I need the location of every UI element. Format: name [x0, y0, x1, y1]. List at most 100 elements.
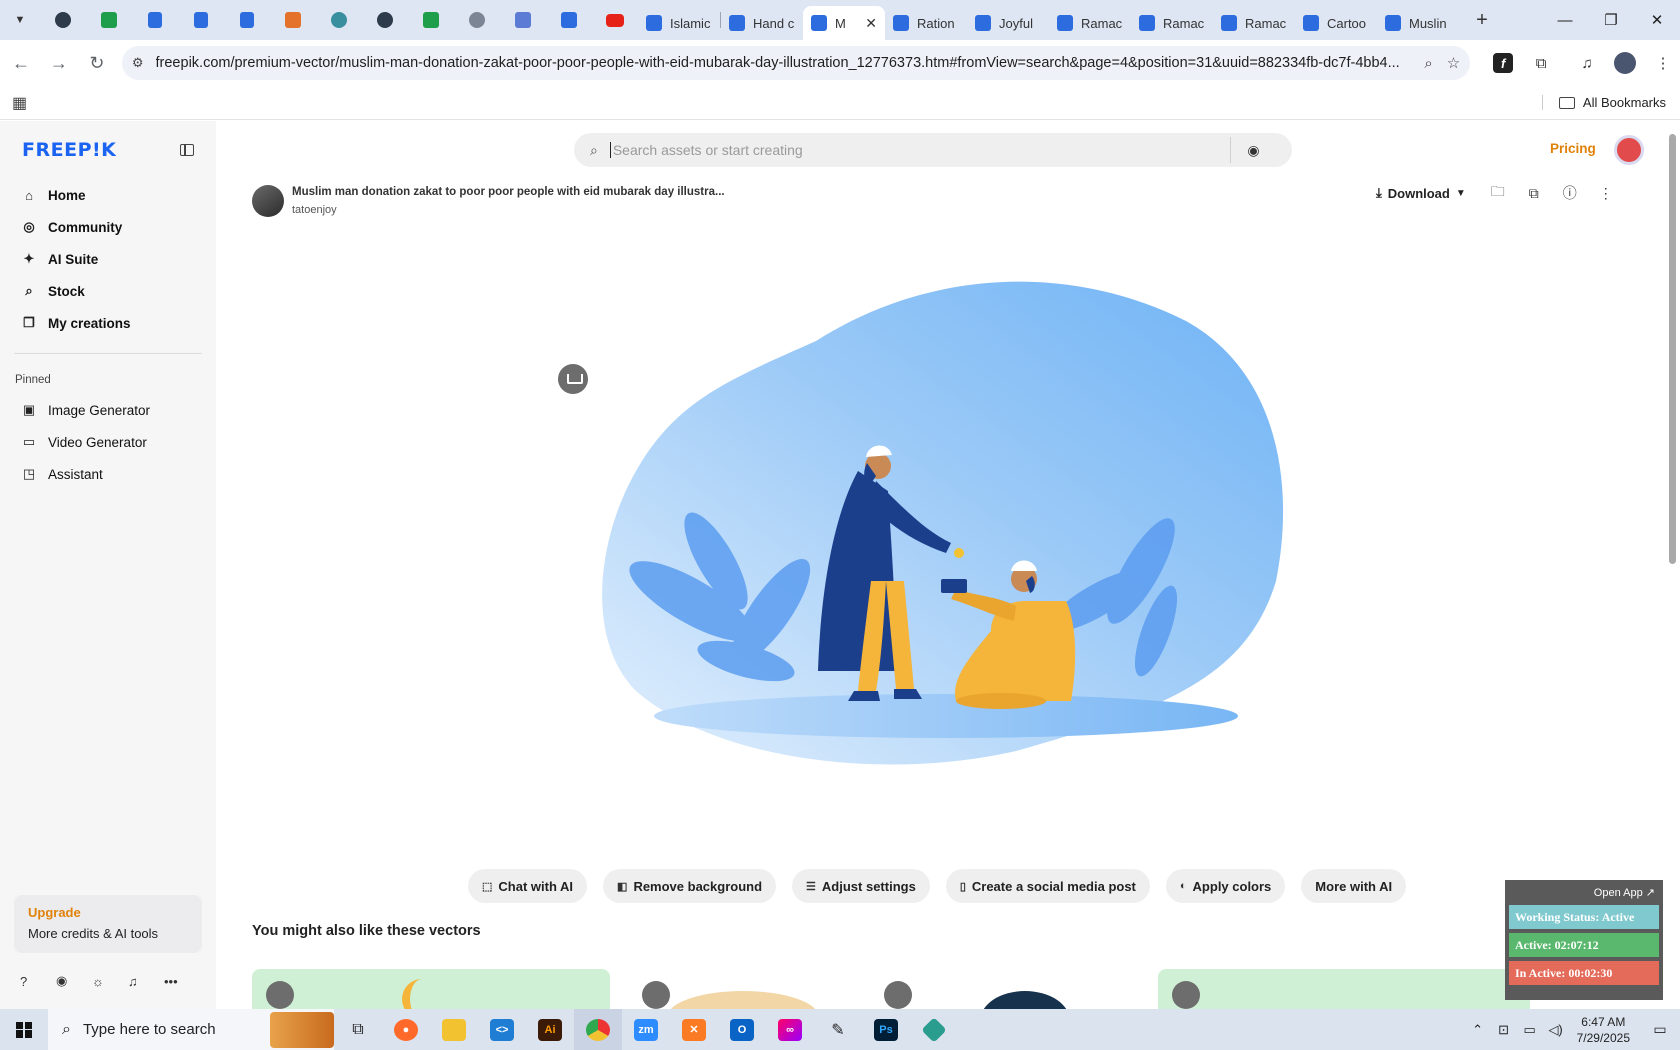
- search-bar[interactable]: ⌕ Search assets or start creating ◉: [574, 133, 1292, 167]
- adjust-settings-button[interactable]: ☰ Adjust settings: [792, 869, 930, 903]
- asset-author[interactable]: tatoenjoy: [292, 204, 725, 216]
- more-icon[interactable]: •••: [164, 974, 200, 989]
- chrome-icon[interactable]: [574, 1009, 622, 1050]
- all-bookmarks-button[interactable]: All Bookmarks: [1541, 95, 1666, 110]
- chevron-up-icon[interactable]: ⌃: [1465, 1022, 1491, 1038]
- tab-cartoon[interactable]: Cartoo: [1295, 7, 1377, 39]
- social-post-button[interactable]: ▯ Create a social media post: [945, 869, 1150, 903]
- sidebar-item-stock[interactable]: ⌕ Stock: [0, 275, 216, 307]
- creative-cloud-icon[interactable]: ∞: [766, 1009, 814, 1050]
- apply-colors-button[interactable]: ◐ Apply colors: [1165, 869, 1286, 903]
- sidebar-item-my-creations[interactable]: ❐ My creations: [0, 307, 216, 339]
- file-explorer-icon[interactable]: [430, 1009, 478, 1050]
- pinned-tab-4[interactable]: [178, 0, 224, 40]
- related-thumbnail-1[interactable]: [252, 969, 610, 1009]
- font-extension-icon[interactable]: f: [1486, 46, 1520, 80]
- tab-search-button[interactable]: ▼: [0, 0, 40, 40]
- tab-muslim[interactable]: Muslin: [1377, 7, 1459, 39]
- sidebar-item-ai-suite[interactable]: ✦ AI Suite: [0, 243, 216, 275]
- extensions-icon[interactable]: ⧉: [1524, 46, 1558, 80]
- start-button[interactable]: [0, 1009, 48, 1050]
- back-icon[interactable]: ←: [4, 46, 38, 80]
- search-input[interactable]: Search assets or start creating: [609, 142, 1230, 158]
- address-bar[interactable]: ⚙ freepik.com/premium-vector/muslim-man-…: [121, 46, 1471, 80]
- pinned-tab-3[interactable]: [132, 0, 178, 40]
- save-to-folder-icon[interactable]: 🗀: [1480, 181, 1516, 205]
- zoom-icon[interactable]: zm: [622, 1009, 670, 1050]
- theme-icon[interactable]: ☼: [92, 974, 128, 989]
- url-text[interactable]: freepik.com/premium-vector/muslim-man-do…: [156, 55, 1411, 71]
- volume-icon[interactable]: ◁): [1543, 1022, 1569, 1038]
- collection-icon[interactable]: ⧉: [1516, 185, 1552, 202]
- sidebar-item-assistant[interactable]: ◳ Assistant: [0, 458, 216, 490]
- camera-search-icon[interactable]: ◉: [1230, 137, 1276, 163]
- network-icon[interactable]: ⊡: [1491, 1022, 1517, 1038]
- author-avatar[interactable]: [252, 185, 284, 217]
- discord-icon[interactable]: ◉: [56, 973, 92, 989]
- tab-hand[interactable]: Hand c: [721, 7, 803, 39]
- more-with-ai-button[interactable]: More with AI: [1301, 869, 1407, 903]
- xampp-icon[interactable]: ✕: [670, 1009, 718, 1050]
- firefox-icon[interactable]: ●: [382, 1009, 430, 1050]
- app-icon[interactable]: [910, 1009, 958, 1050]
- tab-ration[interactable]: Ration: [885, 7, 967, 39]
- open-app-link[interactable]: Open App ↗: [1509, 886, 1659, 899]
- taskbar-search[interactable]: ⌕ Type here to search: [48, 1009, 334, 1050]
- tab-joyful[interactable]: Joyful: [967, 7, 1049, 39]
- browser-menu-icon[interactable]: ⋮: [1646, 46, 1680, 80]
- related-thumbnail-4[interactable]: [1158, 969, 1530, 1009]
- pricing-link[interactable]: Pricing: [1550, 141, 1596, 156]
- pinned-tab-12[interactable]: [546, 0, 592, 40]
- pinned-tab-1[interactable]: [40, 0, 86, 40]
- chat-with-ai-button[interactable]: ⬚ Chat with AI: [468, 869, 588, 903]
- page-scrollbar-thumb[interactable]: [1669, 134, 1676, 564]
- pinned-tab-9[interactable]: [408, 0, 454, 40]
- notifications-icon[interactable]: ▭: [1640, 1021, 1680, 1038]
- asset-preview-image[interactable]: [596, 281, 1296, 801]
- pinned-tab-8[interactable]: [362, 0, 408, 40]
- tab-ramadan-1[interactable]: Ramac: [1049, 7, 1131, 39]
- tab-ramadan-3[interactable]: Ramac: [1213, 7, 1295, 39]
- apps-grid-icon[interactable]: ▦: [12, 93, 27, 113]
- bookmark-star-icon[interactable]: ☆: [1447, 54, 1460, 72]
- profile-avatar[interactable]: [1608, 46, 1642, 80]
- pinned-tab-6[interactable]: [270, 0, 316, 40]
- collapse-sidebar-icon[interactable]: [180, 144, 194, 156]
- pinned-tab-11[interactable]: [500, 0, 546, 40]
- close-tab-icon[interactable]: ✕: [865, 15, 877, 32]
- sidebar-item-home[interactable]: ⌂ Home: [0, 179, 216, 211]
- outlook-icon[interactable]: O: [718, 1009, 766, 1050]
- pinned-tab-13[interactable]: [592, 0, 638, 40]
- sidebar-item-community[interactable]: ◎ Community: [0, 211, 216, 243]
- pinned-tab-5[interactable]: [224, 0, 270, 40]
- zoom-icon[interactable]: ⌕: [1424, 55, 1432, 72]
- tab-ramadan-2[interactable]: Ramac: [1131, 7, 1213, 39]
- upgrade-card[interactable]: Upgrade More credits & AI tools: [14, 895, 202, 953]
- illustrator-icon[interactable]: Ai: [526, 1009, 574, 1050]
- sidebar-item-image-generator[interactable]: ▣ Image Generator: [0, 394, 216, 426]
- media-control-icon[interactable]: ♫: [1570, 46, 1604, 80]
- pen-tool-icon[interactable]: ✎: [814, 1009, 862, 1050]
- task-view-icon[interactable]: ⧉: [334, 1009, 382, 1050]
- tab-active-freepik[interactable]: M ✕: [803, 6, 885, 40]
- new-tab-button[interactable]: +: [1459, 0, 1505, 40]
- taskbar-clock[interactable]: 6:47 AM 7/29/2025: [1577, 1014, 1630, 1046]
- help-icon[interactable]: ?: [20, 974, 56, 989]
- pinned-tab-10[interactable]: [454, 0, 500, 40]
- related-thumbnail-2[interactable]: [628, 969, 842, 1009]
- wifi-icon[interactable]: ▭: [1517, 1022, 1543, 1038]
- photoshop-icon[interactable]: Ps: [862, 1009, 910, 1050]
- info-icon[interactable]: ⓘ: [1552, 183, 1588, 203]
- site-info-icon[interactable]: ⚙: [132, 55, 144, 71]
- tab-islamic[interactable]: Islamic: [638, 7, 720, 39]
- taskbar-search-input[interactable]: Type here to search: [83, 1021, 216, 1038]
- sidebar-item-video-generator[interactable]: ▭ Video Generator: [0, 426, 216, 458]
- user-avatar[interactable]: [1614, 135, 1644, 165]
- remove-background-button[interactable]: ◧ Remove background: [603, 869, 777, 903]
- forward-icon[interactable]: →: [42, 46, 76, 80]
- download-button[interactable]: ⤓ Download ▼: [1376, 185, 1466, 201]
- pinned-tab-2[interactable]: [86, 0, 132, 40]
- close-window-icon[interactable]: ✕: [1634, 0, 1680, 40]
- more-options-icon[interactable]: ⋮: [1588, 185, 1624, 202]
- pinned-tab-7[interactable]: [316, 0, 362, 40]
